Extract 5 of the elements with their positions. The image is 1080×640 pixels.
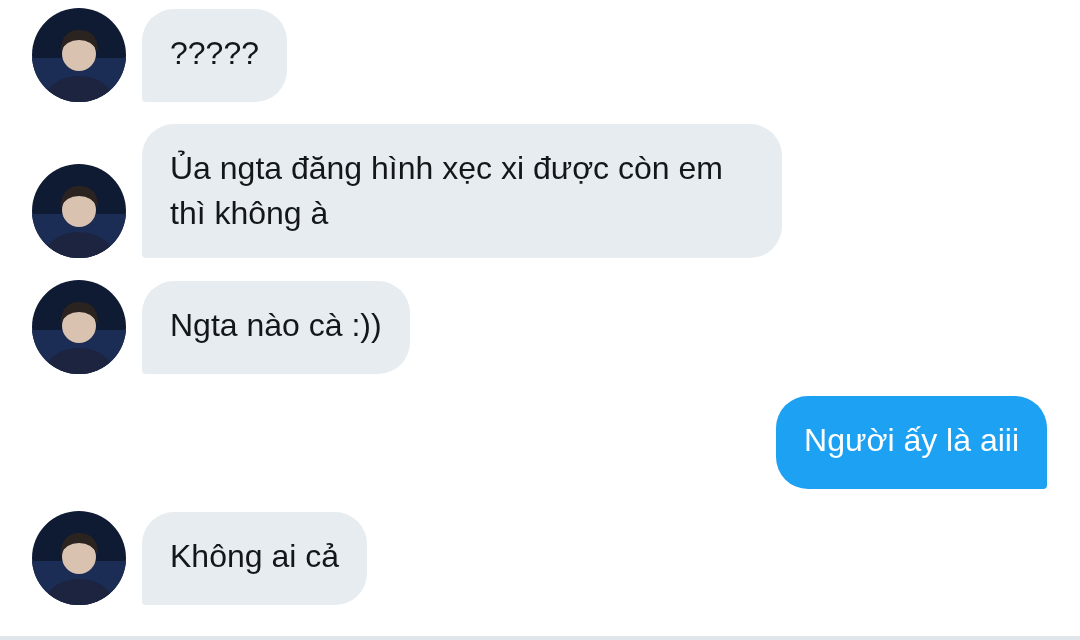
message-bubble: ????? bbox=[142, 9, 287, 102]
message-bubble: Ủa ngta đăng hình xẹc xi được còn em thì không à bbox=[142, 124, 782, 258]
message-bubble: Người ấy là aiii bbox=[776, 396, 1047, 489]
message-bubble: Không ai cả bbox=[142, 512, 367, 605]
message-bubble: Ngta nào cà :)) bbox=[142, 281, 410, 374]
